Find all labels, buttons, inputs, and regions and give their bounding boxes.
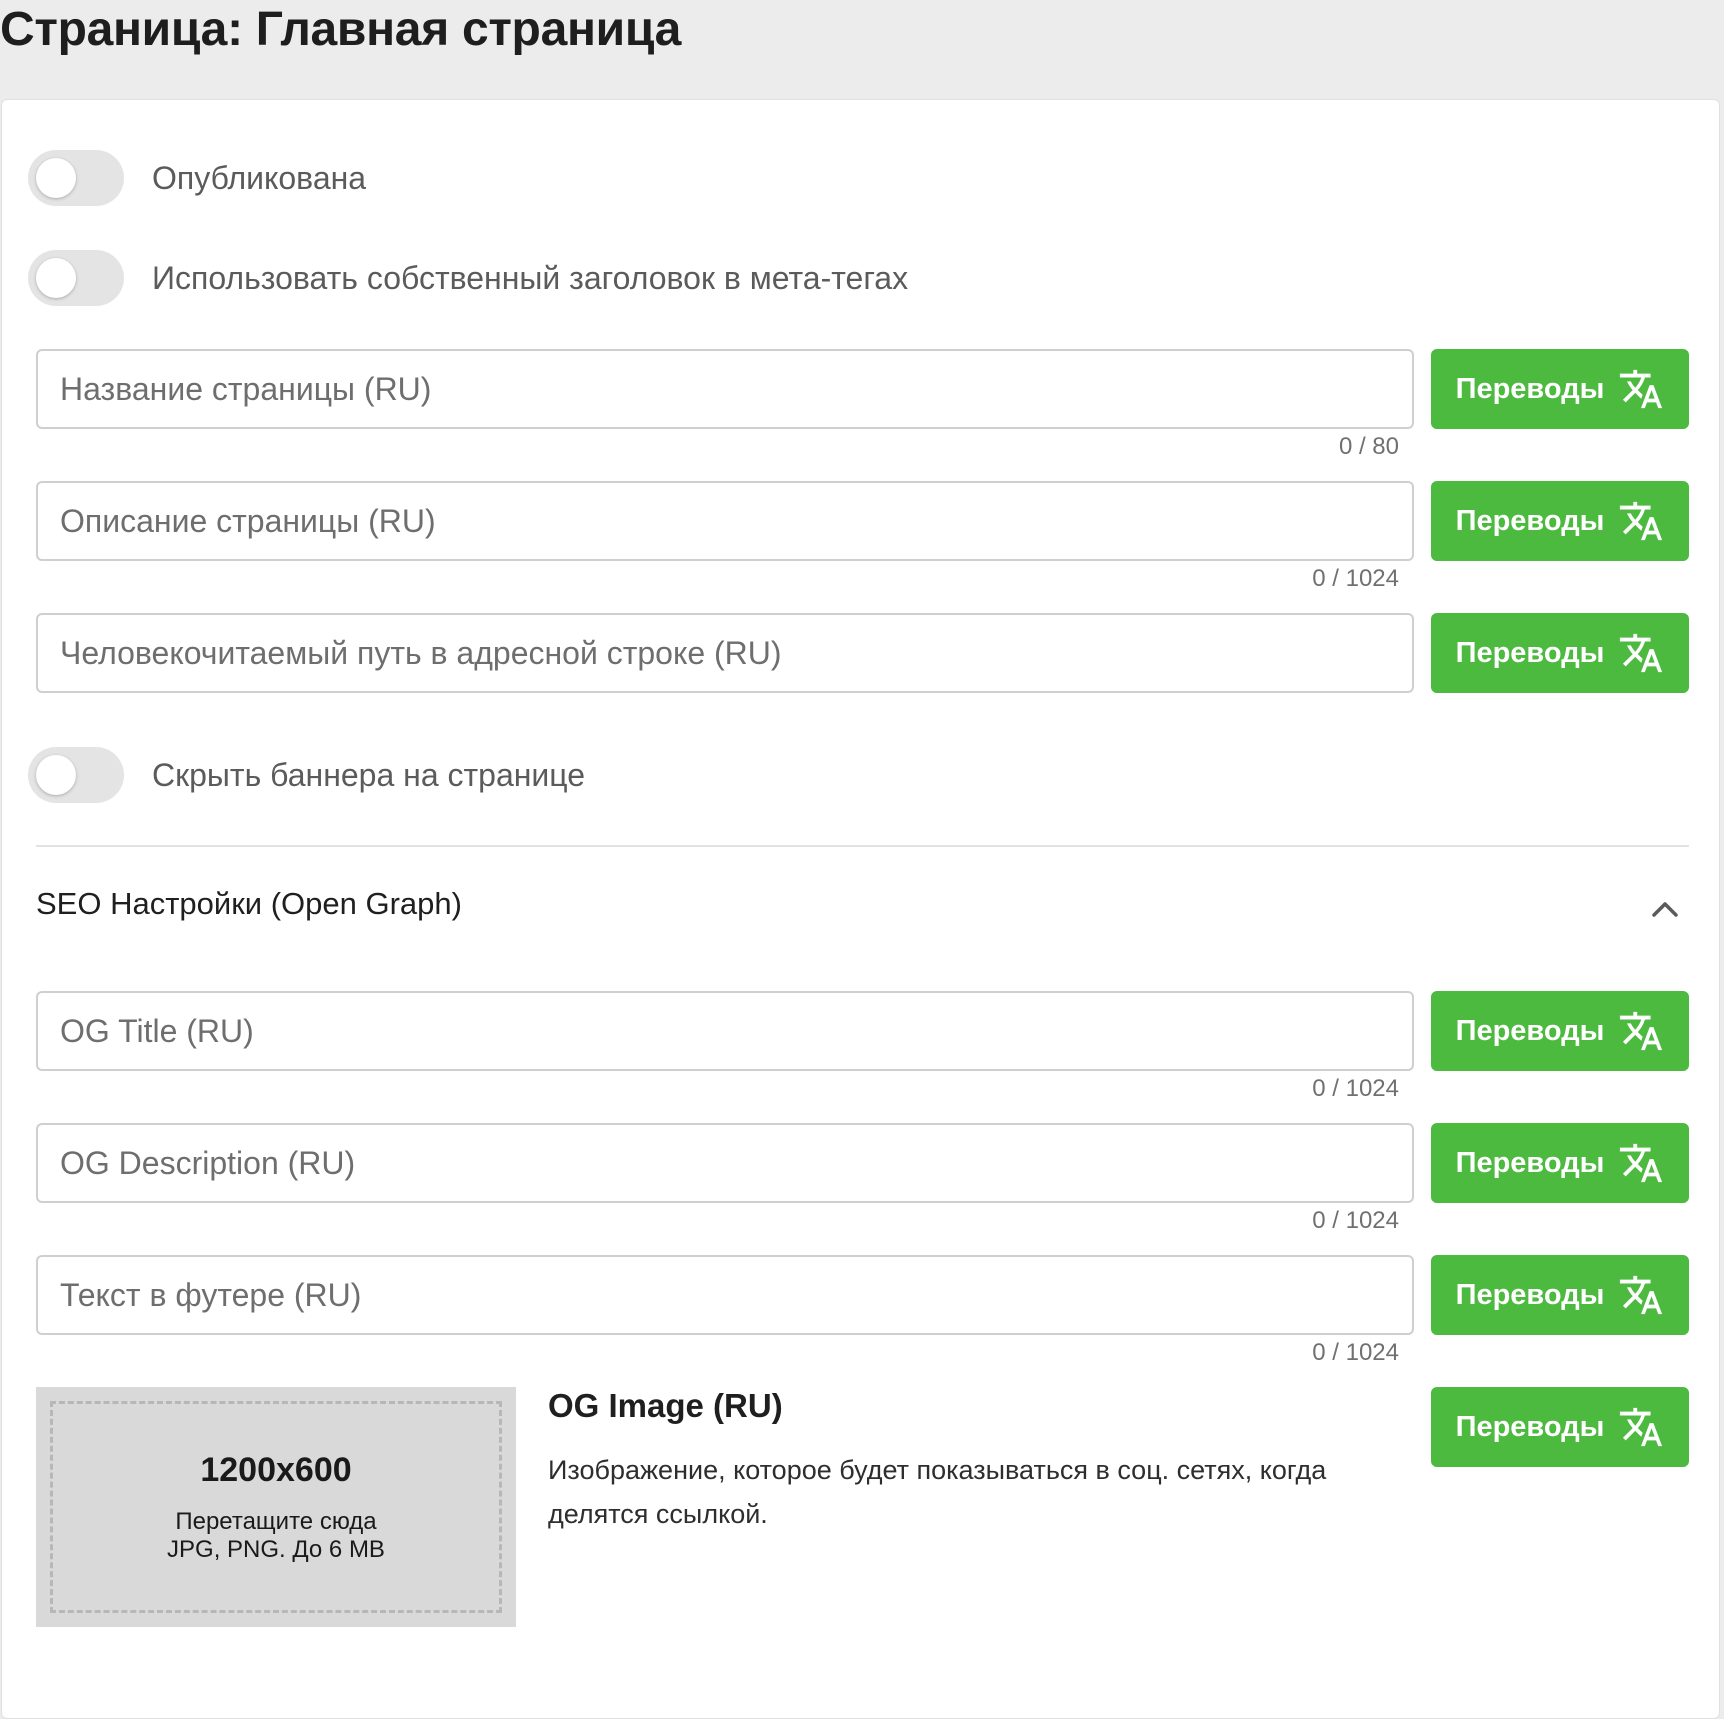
translate-icon [1620, 369, 1663, 409]
translations-button-label: Переводы [1455, 1410, 1605, 1443]
hide-banners-switch[interactable] [28, 747, 124, 803]
page-settings-card: Опубликована Использовать собственный за… [1, 99, 1720, 1719]
og-description-translations-button[interactable]: Переводы [1431, 1123, 1689, 1203]
page-name-translations-button[interactable]: Переводы [1431, 349, 1689, 429]
page-slug-input[interactable] [38, 615, 1412, 691]
chevron-up-icon [1652, 902, 1678, 917]
translate-icon [1620, 1275, 1663, 1315]
translations-button-label: Переводы [1455, 1014, 1605, 1047]
translations-button-label: Переводы [1455, 372, 1605, 405]
og-image-title: OG Image (RU) [548, 1387, 783, 1424]
og-image-description: Изображение, которое будет показываться … [548, 1455, 1327, 1529]
page-description-counter: 0 / 1024 [1312, 565, 1399, 592]
translate-icon [1620, 1407, 1663, 1447]
published-label: Опубликована [152, 159, 367, 196]
switch-knob [36, 755, 76, 795]
og-description-counter: 0 / 1024 [1312, 1207, 1399, 1234]
og-title-field [36, 991, 1414, 1071]
translate-icon [1620, 1143, 1663, 1183]
page-description-field [36, 481, 1414, 561]
translations-button-label: Переводы [1455, 1146, 1605, 1179]
custom-meta-title-switch[interactable] [28, 250, 124, 306]
page-name-field [36, 349, 1414, 429]
section-divider [36, 845, 1689, 847]
og-image-translations-button[interactable]: Переводы [1431, 1387, 1689, 1467]
footer-text-counter: 0 / 1024 [1312, 1339, 1399, 1366]
translations-button-label: Переводы [1455, 636, 1605, 669]
custom-meta-title-label: Использовать собственный заголовок в мет… [152, 259, 909, 296]
page-description-input[interactable] [38, 483, 1412, 559]
og-title-input[interactable] [38, 993, 1412, 1069]
translate-icon [1620, 633, 1663, 673]
page-slug-translations-button[interactable]: Переводы [1431, 613, 1689, 693]
og-description-input[interactable] [38, 1125, 1412, 1201]
footer-text-translations-button[interactable]: Переводы [1431, 1255, 1689, 1335]
hide-banners-toggle-row: Скрыть баннера на странице [28, 747, 585, 803]
custom-meta-title-toggle-row: Использовать собственный заголовок в мет… [28, 250, 908, 306]
og-image-dropzone[interactable]: 1200x600 Перетащите сюда JPG, PNG. До 6 … [36, 1387, 516, 1627]
og-image-formats: JPG, PNG. До 6 MB [167, 1535, 385, 1563]
page-name-counter: 0 / 80 [1338, 433, 1399, 460]
og-title-translations-button[interactable]: Переводы [1431, 991, 1689, 1071]
page-description-translations-button[interactable]: Переводы [1431, 481, 1689, 561]
switch-knob [36, 258, 76, 298]
published-switch[interactable] [28, 150, 124, 206]
seo-section-collapse-button[interactable] [1642, 889, 1688, 929]
translate-icon [1620, 1011, 1663, 1051]
page-name-input[interactable] [38, 351, 1412, 427]
footer-text-field [36, 1255, 1414, 1335]
footer-text-input[interactable] [38, 1257, 1412, 1333]
translations-button-label: Переводы [1455, 1278, 1605, 1311]
switch-knob [36, 158, 76, 198]
page-title: Страница: Главная страница [0, 3, 682, 56]
published-toggle-row: Опубликована [28, 150, 366, 206]
og-description-field [36, 1123, 1414, 1203]
og-title-counter: 0 / 1024 [1312, 1075, 1399, 1102]
page-slug-field [36, 613, 1414, 693]
translations-button-label: Переводы [1455, 504, 1605, 537]
og-image-size: 1200x600 [200, 1450, 352, 1489]
og-image-drop-hint: Перетащите сюда [175, 1507, 377, 1535]
translate-icon [1620, 501, 1663, 541]
dropzone-border: 1200x600 Перетащите сюда JPG, PNG. До 6 … [50, 1401, 502, 1613]
seo-section-title[interactable]: SEO Настройки (Open Graph) [36, 886, 462, 922]
hide-banners-label: Скрыть баннера на странице [152, 756, 586, 793]
